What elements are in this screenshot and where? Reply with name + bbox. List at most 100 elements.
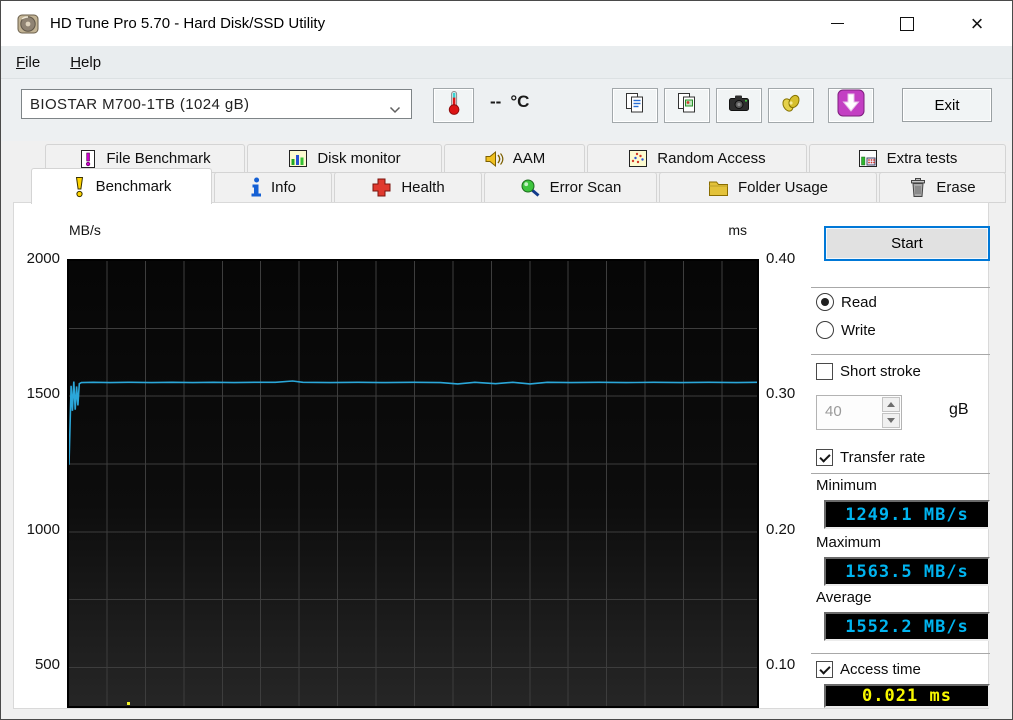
arrow-up-icon — [887, 402, 895, 407]
window-title: HD Tune Pro 5.70 - Hard Disk/SSD Utility — [50, 15, 325, 32]
erase-icon — [909, 177, 927, 198]
y-tick-left: 1000 — [18, 521, 60, 539]
tab-label: File Benchmark — [106, 150, 210, 167]
menu-file[interactable]: File — [1, 54, 55, 71]
chevron-down-icon — [389, 101, 401, 118]
speaker-icon — [484, 150, 504, 168]
copy-image-button[interactable] — [664, 88, 710, 123]
exit-button[interactable]: Exit — [902, 88, 992, 122]
tab-label: Erase — [936, 179, 975, 196]
short-stroke-checkbox[interactable] — [816, 363, 833, 380]
read-radio[interactable] — [816, 293, 834, 311]
benchmark-chart — [67, 259, 759, 708]
benchmark-panel: MB/s ms 2000 1500 1000 500 0.40 0.30 0.2… — [13, 202, 989, 709]
maximize-icon — [900, 17, 914, 31]
tab-label: Info — [271, 179, 296, 196]
tab-random-access[interactable]: Random Access — [587, 144, 807, 173]
info-icon — [250, 177, 262, 198]
extra-tests-icon — [858, 149, 878, 168]
minimum-label: Minimum — [816, 477, 877, 494]
write-radio[interactable] — [816, 321, 834, 339]
copy-text-button[interactable] — [612, 88, 658, 123]
write-radio-row[interactable]: Write — [816, 321, 876, 339]
download-icon — [836, 88, 866, 123]
tab-label: Error Scan — [550, 179, 622, 196]
capacity-spinner[interactable]: 40 — [816, 395, 902, 430]
tab-erase[interactable]: Erase — [879, 172, 1006, 203]
access-time-dot — [127, 702, 130, 705]
file-benchmark-icon — [79, 149, 97, 169]
toolbar: BIOSTAR M700-1TB (1024 gB) -- °C — [1, 79, 1012, 141]
screenshot-button[interactable] — [716, 88, 762, 123]
temperature-button[interactable] — [433, 88, 474, 123]
tab-label: Disk monitor — [317, 150, 400, 167]
camera-icon — [727, 92, 751, 119]
access-time-row[interactable]: Access time — [816, 661, 921, 678]
tab-health[interactable]: Health — [334, 172, 482, 203]
transfer-rate-row[interactable]: Transfer rate — [816, 449, 925, 466]
tab-label: Benchmark — [96, 178, 172, 195]
spinner-down-button[interactable] — [882, 413, 900, 428]
menu-bar: File Help — [1, 46, 1012, 79]
tab-label: Extra tests — [887, 150, 958, 167]
divider — [811, 473, 990, 474]
minimize-button[interactable] — [802, 1, 872, 46]
disk-monitor-icon — [288, 149, 308, 168]
y-tick-right: 0.40 — [766, 250, 812, 268]
y-tick-right: 0.30 — [766, 385, 812, 403]
access-time-value-display: 0.021 ms — [824, 684, 990, 708]
close-button[interactable]: × — [942, 1, 1012, 46]
temperature-value: -- — [490, 92, 501, 112]
health-icon — [371, 177, 392, 198]
donate-button[interactable] — [768, 88, 814, 123]
thermometer-icon — [443, 90, 465, 121]
y-tick-left: 500 — [18, 656, 60, 674]
y-tick-right: 0.10 — [766, 656, 812, 674]
folder-icon — [708, 179, 729, 197]
title-bar: HD Tune Pro 5.70 - Hard Disk/SSD Utility… — [1, 1, 1012, 46]
drive-select[interactable]: BIOSTAR M700-1TB (1024 gB) — [21, 89, 412, 119]
y-axis-left-unit: MB/s — [69, 222, 101, 238]
maximum-label: Maximum — [816, 534, 881, 551]
divider — [811, 354, 990, 355]
capacity-value: 40 — [825, 403, 842, 420]
benchmark-icon — [72, 176, 87, 198]
average-value-display: 1552.2 MB/s — [824, 612, 990, 641]
maximize-button[interactable] — [872, 1, 942, 46]
save-results-button[interactable] — [828, 88, 874, 123]
tab-disk-monitor[interactable]: Disk monitor — [247, 144, 442, 173]
capacity-unit-label: gB — [949, 401, 969, 419]
tab-aam[interactable]: AAM — [444, 144, 585, 173]
spinner-buttons — [882, 397, 900, 428]
write-label: Write — [841, 322, 876, 339]
copy-text-icon — [623, 91, 647, 120]
y-tick-left: 2000 — [18, 250, 60, 268]
transfer-rate-line — [69, 261, 757, 706]
short-stroke-row[interactable]: Short stroke — [816, 363, 921, 380]
app-window: HD Tune Pro 5.70 - Hard Disk/SSD Utility… — [0, 0, 1013, 720]
start-button[interactable]: Start — [824, 226, 990, 261]
exit-label: Exit — [934, 97, 959, 114]
tab-info[interactable]: Info — [214, 172, 332, 203]
y-tick-left: 1500 — [18, 385, 60, 403]
spinner-up-button[interactable] — [882, 397, 900, 412]
drive-select-value: BIOSTAR M700-1TB (1024 gB) — [30, 96, 249, 113]
start-label: Start — [891, 235, 923, 252]
minimize-icon — [831, 23, 844, 24]
tab-error-scan[interactable]: Error Scan — [484, 172, 657, 203]
transfer-rate-label: Transfer rate — [840, 449, 925, 466]
average-label: Average — [816, 589, 872, 606]
tab-label: AAM — [513, 150, 546, 167]
tab-folder-usage[interactable]: Folder Usage — [659, 172, 877, 203]
read-label: Read — [841, 294, 877, 311]
read-radio-row[interactable]: Read — [816, 293, 877, 311]
maximum-value-display: 1563.5 MB/s — [824, 557, 990, 586]
minimum-value-display: 1249.1 MB/s — [824, 500, 990, 529]
hands-icon — [779, 91, 803, 120]
copy-image-icon — [675, 91, 699, 120]
tab-extra-tests[interactable]: Extra tests — [809, 144, 1006, 173]
transfer-rate-checkbox[interactable] — [816, 449, 833, 466]
menu-help[interactable]: Help — [55, 54, 116, 71]
tab-benchmark[interactable]: Benchmark — [31, 168, 212, 204]
access-time-checkbox[interactable] — [816, 661, 833, 678]
